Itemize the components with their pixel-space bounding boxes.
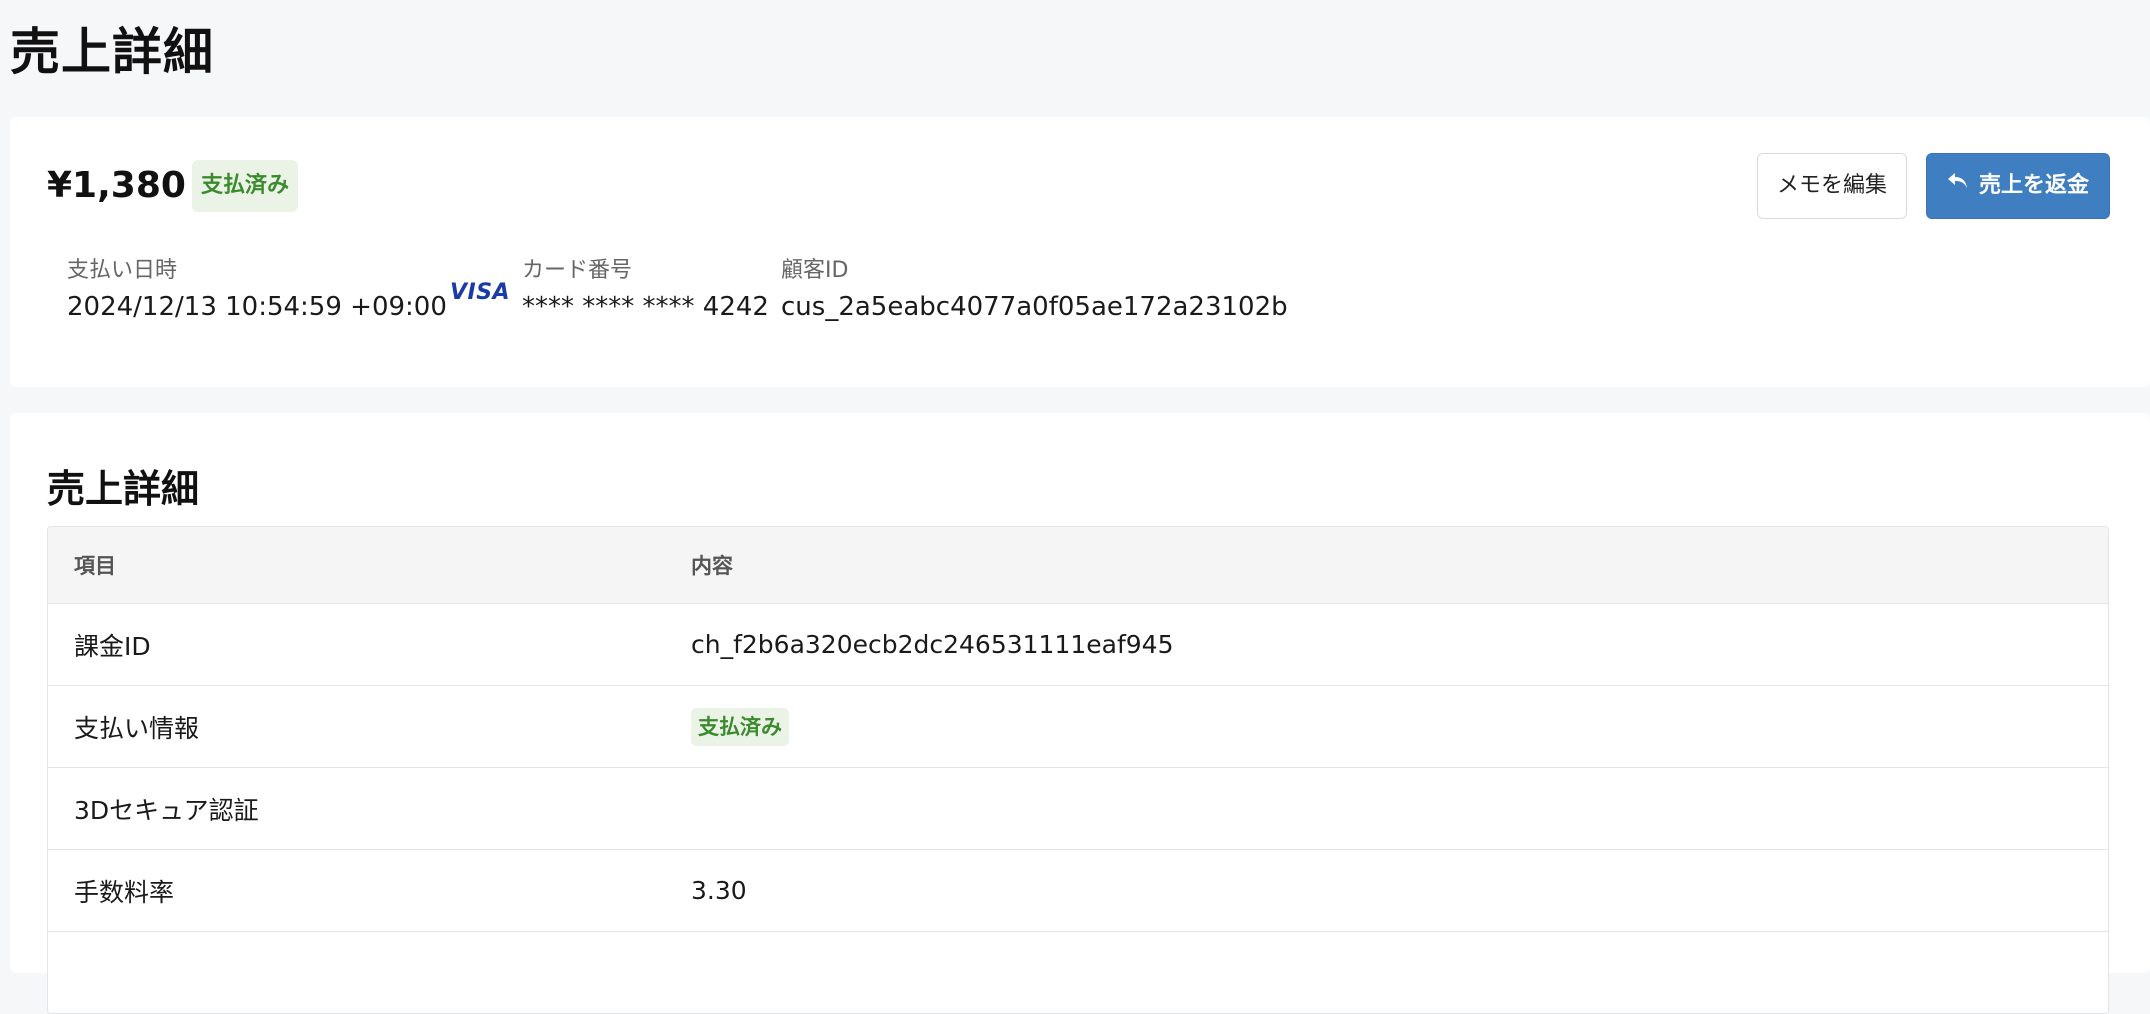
table-row [48,931,2108,1013]
charge-details-card: 売上詳細 項目 内容 課金ID ch_f2b6a320ecb2dc2465311… [10,413,2150,1014]
reply-arrow-icon [1947,152,1969,216]
column-header-content: 内容 [691,554,733,578]
row-label: 手数料率 [74,877,175,907]
edit-memo-label: メモを編集 [1776,173,1887,198]
customer-id-value[interactable]: cus_2a5eabc4077a0f05ae172a23102b [781,292,1288,322]
table-row: 手数料率 3.30 [48,849,2108,931]
card-number-label: カード番号 [522,258,633,283]
status-badge: 支払済み [691,707,789,746]
row-label: 3Dセキュア認証 [74,795,259,825]
row-value: 支払済み [691,686,789,767]
details-table: 項目 内容 課金ID ch_f2b6a320ecb2dc246531111eaf… [47,526,2109,1014]
refund-button[interactable]: 売上を返金 [1926,153,2110,219]
page-title: 売上詳細 [10,23,214,81]
edit-memo-button[interactable]: メモを編集 [1757,153,1907,219]
paid-at-value: 2024/12/13 10:54:59 +09:00 [67,292,447,322]
row-label: 課金ID [74,631,151,661]
card-number-value: **** **** **** 4242 [522,292,769,322]
table-header-row: 項目 内容 [48,527,2108,603]
paid-at-label: 支払い日時 [67,258,178,283]
column-header-item: 項目 [74,554,116,578]
table-row: 課金ID ch_f2b6a320ecb2dc246531111eaf945 [48,603,2108,685]
section-title: 売上詳細 [47,467,200,511]
visa-logo-icon: VISA [450,280,511,305]
table-row: 3Dセキュア認証 [48,767,2108,849]
charge-summary-card: ¥1,380 支払済み メモを編集 売上を返金 支払い日時 2024/12/13… [10,117,2150,387]
refund-label: 売上を返金 [1978,173,2089,198]
charge-amount: ¥1,380 [47,165,186,206]
status-badge: 支払済み [192,160,299,212]
table-row: 支払い情報 支払済み [48,685,2108,767]
fee-rate-value: 3.30 [691,876,747,905]
row-label: 支払い情報 [74,713,200,743]
charge-id-value[interactable]: ch_f2b6a320ecb2dc246531111eaf945 [691,604,1174,685]
customer-id-label: 顧客ID [781,258,849,283]
